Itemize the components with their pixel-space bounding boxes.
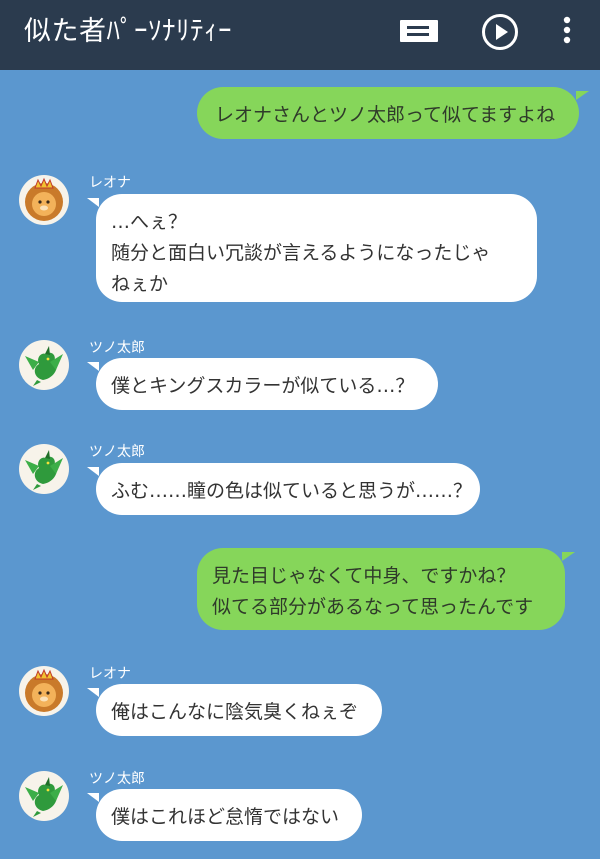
message-text-line: 随分と面白い冗談が言えるようになったじゃ (111, 242, 491, 264)
chat-title: 似た者ﾊﾟｰｿﾅﾘﾃｨｰ (24, 16, 232, 47)
lion-avatar[interactable] (19, 666, 69, 716)
sender-name: レオナ (89, 175, 131, 191)
play-icon[interactable] (481, 13, 519, 51)
message-text: 僕はこれほど怠惰ではない (111, 806, 340, 828)
dragon-avatar[interactable] (19, 444, 69, 494)
sender-name: ツノ太郎 (89, 771, 145, 787)
message-text: レオナさんとツノ太郎って似てますよね (215, 104, 556, 126)
sender-name: レオナ (89, 666, 131, 682)
sender-name: ツノ太郎 (89, 444, 145, 460)
message-text-line: 似てる部分があるなって思ったんです (212, 596, 534, 618)
incoming-message-bubble[interactable]: 俺はこんなに陰気臭くねぇぞ (87, 684, 382, 736)
incoming-message-bubble[interactable]: …へぇ？ 随分と面白い冗談が言えるようになったじゃ ねぇか (87, 194, 537, 302)
message-text: 僕とキングスカラーが似ている…？ (111, 375, 415, 397)
more-vertical-icon[interactable] (561, 15, 573, 49)
sender-name: ツノ太郎 (89, 340, 145, 356)
message-text-line: …へぇ？ (111, 211, 188, 233)
message-text: 俺はこんなに陰気臭くねぇぞ (111, 701, 359, 723)
message-text-line: 見た目じゃなくて中身、ですかね？ (212, 565, 516, 587)
dragon-avatar[interactable] (19, 771, 69, 821)
incoming-message-bubble[interactable]: ふむ……瞳の色は似ていると思うが……？ (87, 463, 480, 515)
message-text-line: ねぇか (111, 273, 169, 295)
dragon-avatar[interactable] (19, 340, 69, 390)
outgoing-message-bubble[interactable]: レオナさんとツノ太郎って似てますよね (197, 87, 589, 139)
outgoing-message-bubble[interactable]: 見た目じゃなくて中身、ですかね？ 似てる部分があるなって思ったんです (197, 548, 575, 630)
incoming-message-bubble[interactable]: 僕はこれほど怠惰ではない (87, 789, 362, 841)
message-icon[interactable] (399, 15, 439, 49)
lion-avatar[interactable] (19, 175, 69, 225)
message-text: ふむ……瞳の色は似ていると思うが……？ (111, 480, 473, 502)
app-header: 似た者ﾊﾟｰｿﾅﾘﾃｨｰ (0, 0, 600, 70)
message-list[interactable]: レオナさんとツノ太郎って似てますよね レオナ …へぇ？ 随分と面白い冗談が言える… (0, 70, 600, 859)
incoming-message-bubble[interactable]: 僕とキングスカラーが似ている…？ (87, 358, 438, 410)
